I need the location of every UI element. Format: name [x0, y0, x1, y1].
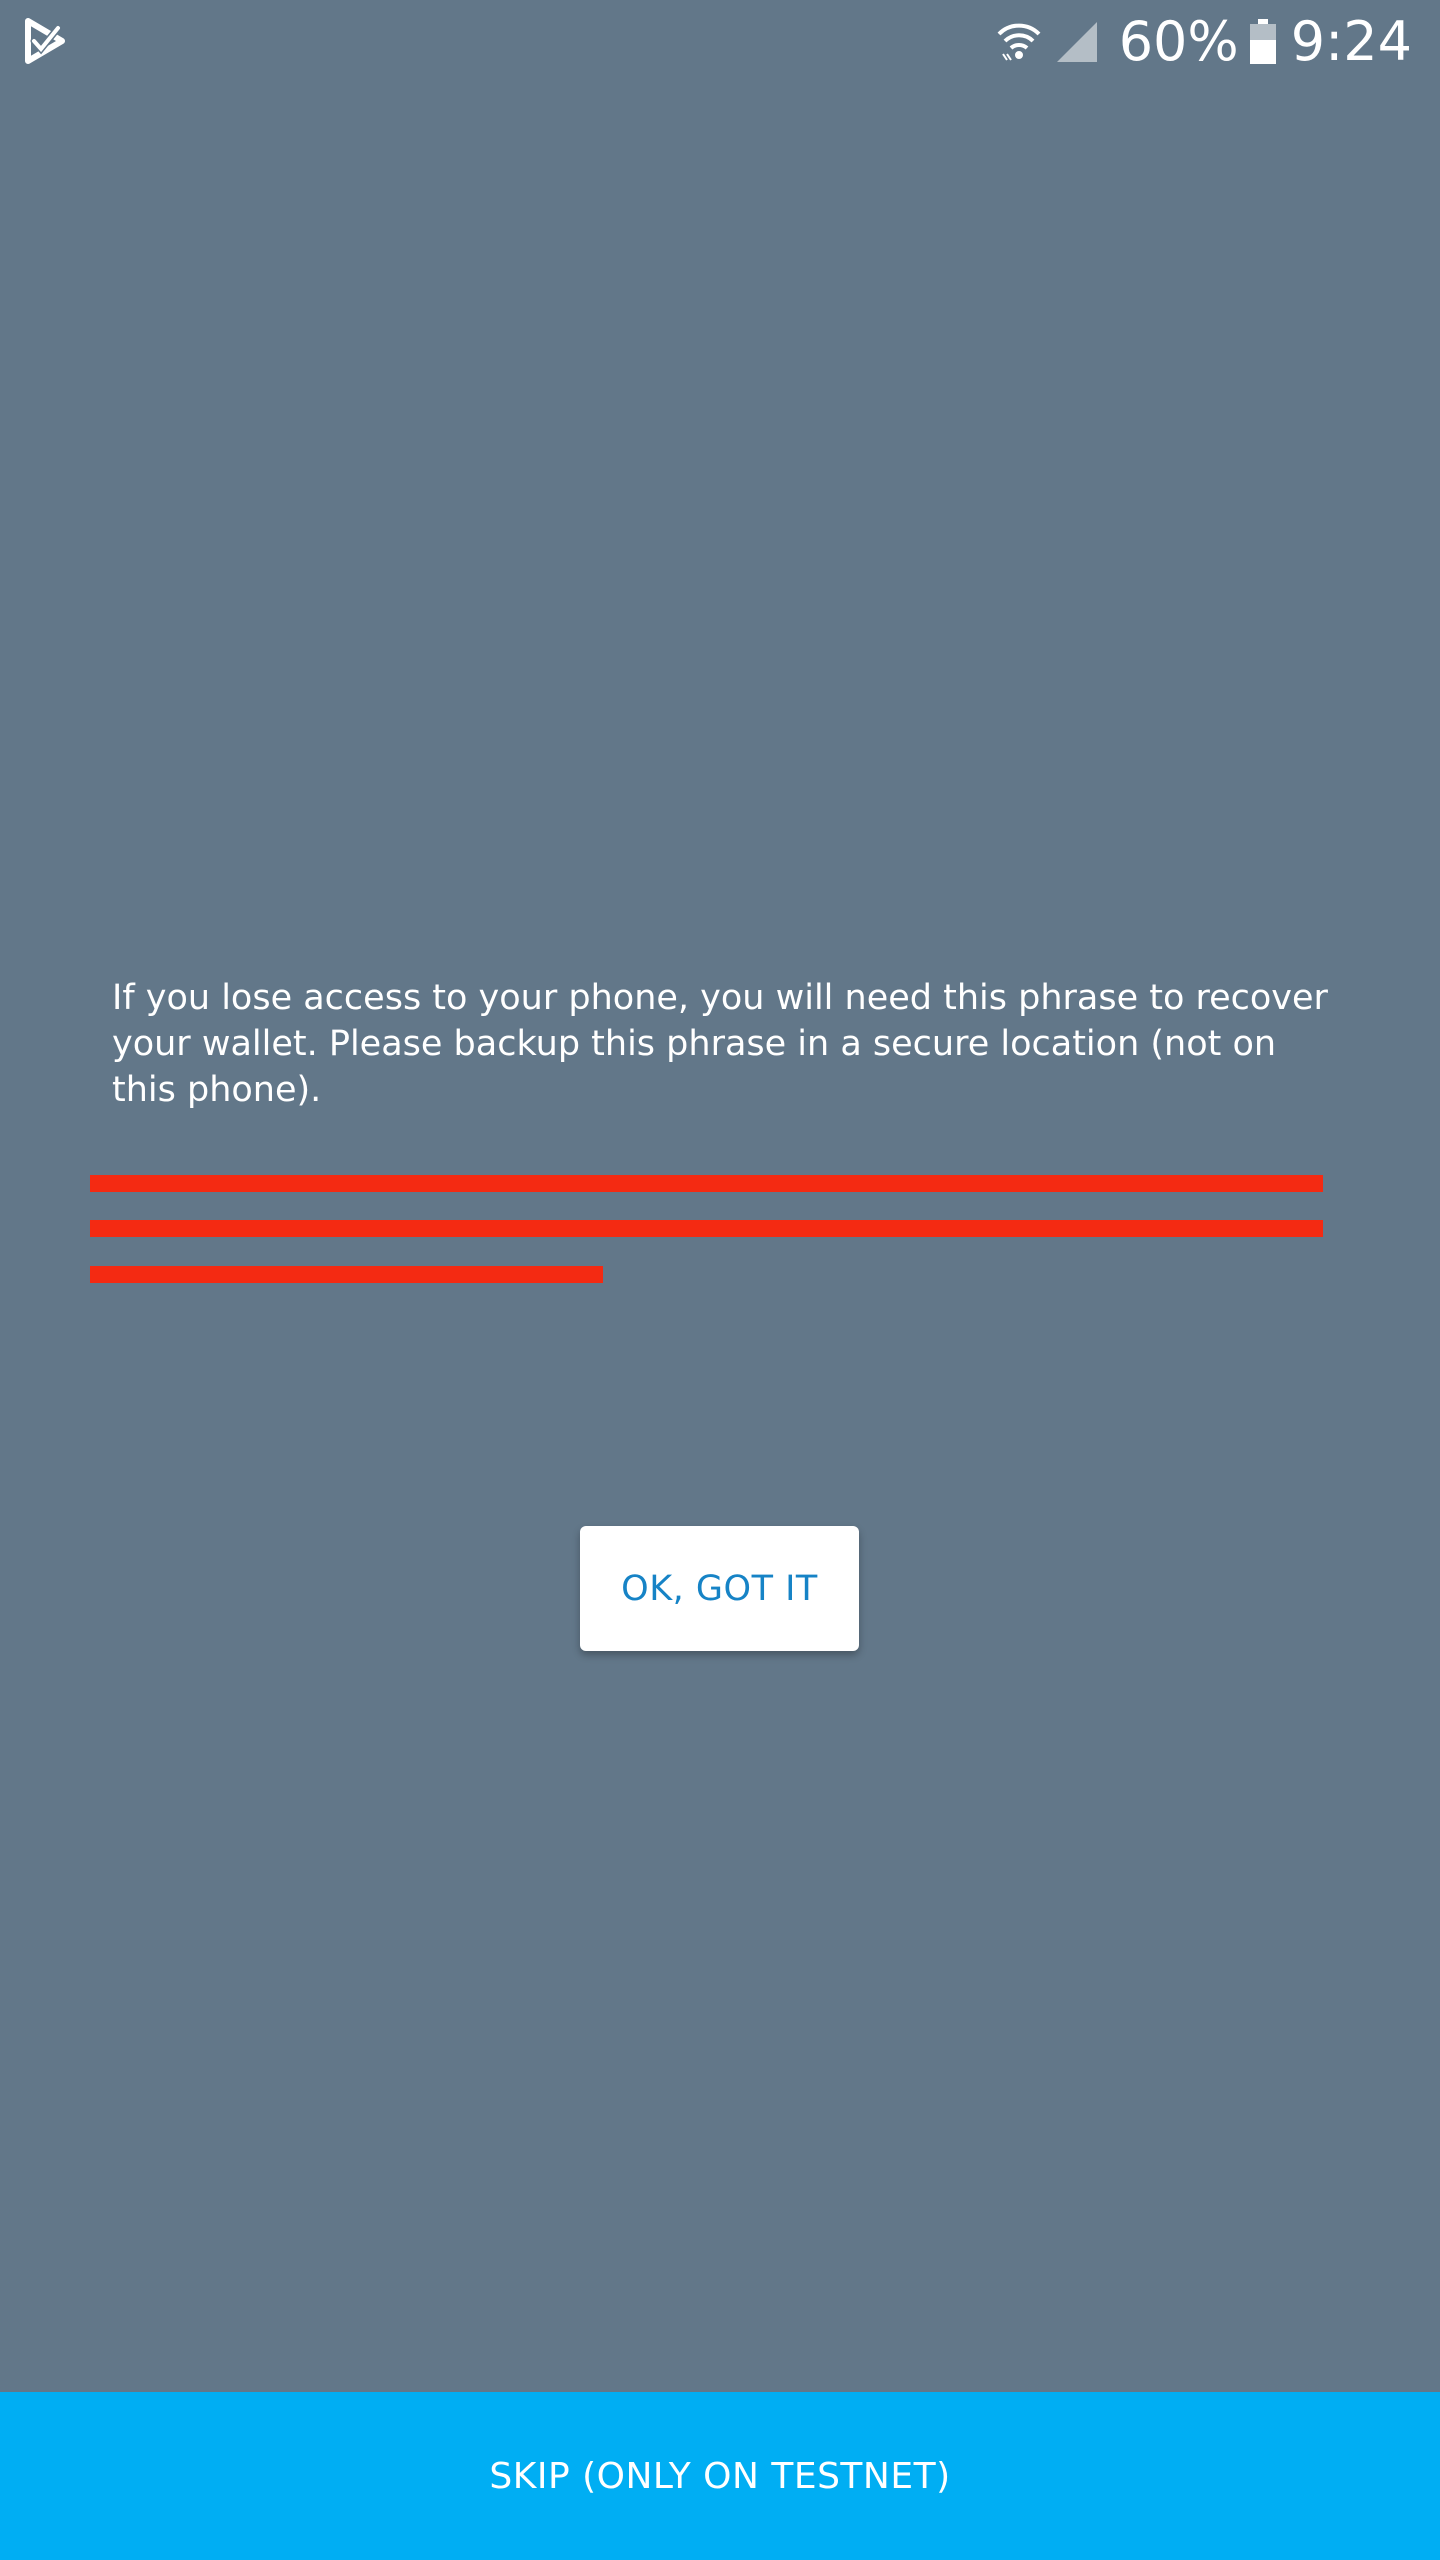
ok-got-it-button[interactable]: OK, GOT IT	[580, 1526, 859, 1651]
redaction-bar	[90, 1220, 1323, 1237]
clock: 9:24	[1290, 10, 1412, 73]
redaction-bar	[90, 1175, 1323, 1192]
backup-instructions: If you lose access to your phone, you wi…	[112, 978, 1328, 1110]
skip-testnet-button[interactable]: SKIP (ONLY ON TESTNET)	[0, 2392, 1440, 2560]
cell-signal-icon	[1056, 22, 1097, 62]
status-indicators: 60% 9:24	[995, 0, 1412, 84]
battery-icon	[1249, 19, 1276, 64]
status-bar: 60% 9:24	[0, 0, 1440, 84]
wifi-icon	[997, 23, 1041, 61]
recovery-phrase-redacted	[90, 1158, 1330, 1288]
app-notification-icon	[25, 18, 65, 64]
battery-percent: 60%	[1118, 10, 1239, 73]
redaction-bar	[90, 1266, 603, 1283]
